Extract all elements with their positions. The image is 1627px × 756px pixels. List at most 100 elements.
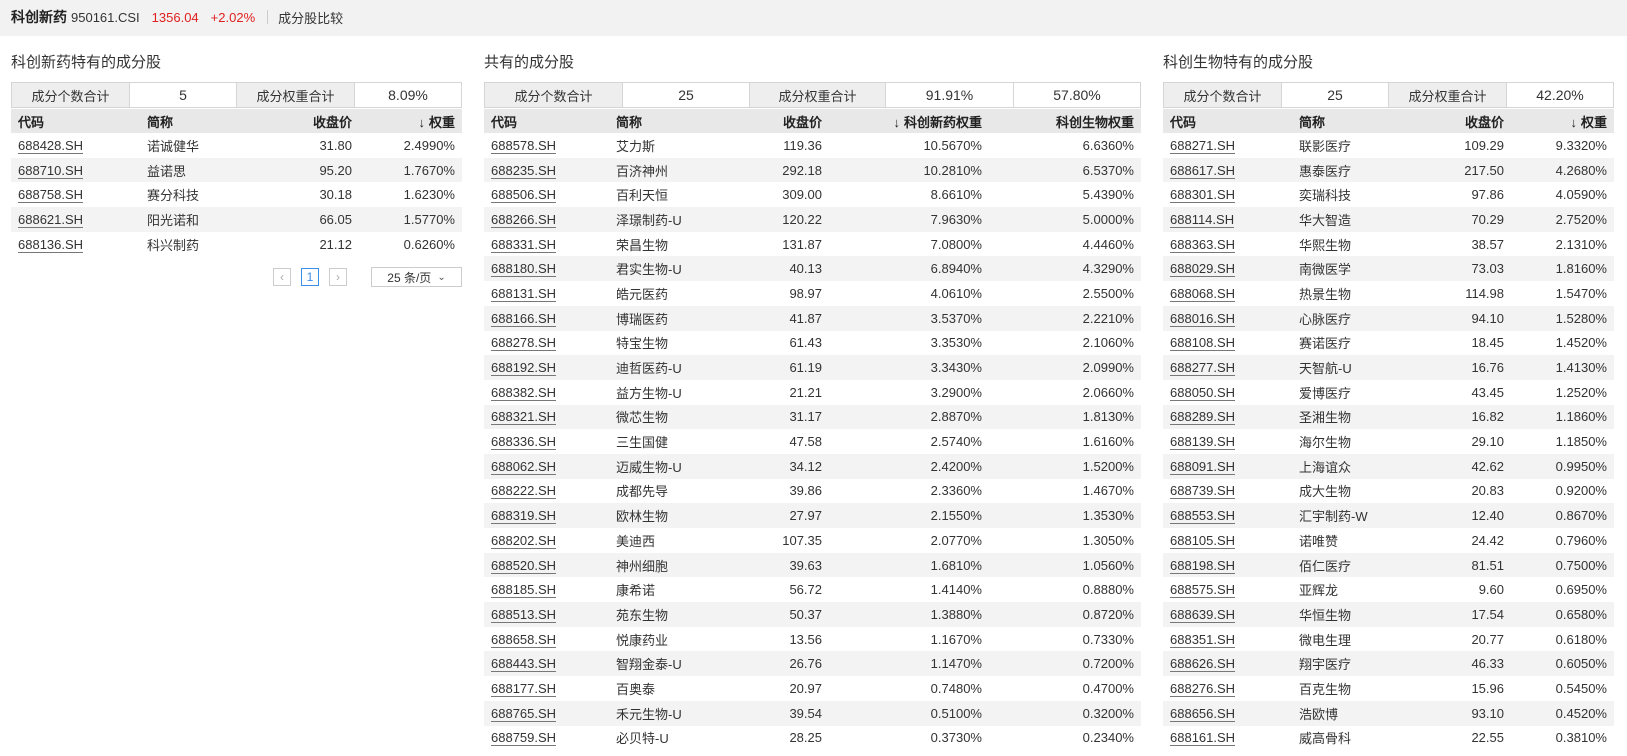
stock-code-link[interactable]: 688319.SH xyxy=(491,508,557,525)
stock-code-link[interactable]: 688428.SH xyxy=(18,137,84,154)
col-header-code[interactable]: 代码 xyxy=(484,109,609,133)
table-row[interactable]: 688136.SH 科兴制药 21.12 0.6260% xyxy=(11,231,462,257)
col-header-kcxy-weight[interactable]: ↓ 科创新药权重 xyxy=(829,109,989,133)
cell-code[interactable]: 688759.SH xyxy=(484,725,609,751)
table-row[interactable]: 688351.SH 微电生理 20.77 0.6180% xyxy=(1163,626,1614,652)
col-header-kcsw-weight[interactable]: 科创生物权重 xyxy=(989,109,1141,133)
stock-code-link[interactable]: 688639.SH xyxy=(1170,606,1236,623)
cell-code[interactable]: 688321.SH xyxy=(484,404,609,430)
cell-code[interactable]: 688363.SH xyxy=(1163,231,1292,257)
cell-code[interactable]: 688520.SH xyxy=(484,552,609,578)
cell-code[interactable]: 688185.SH xyxy=(484,577,609,603)
table-row[interactable]: 688185.SH 康希诺 56.72 1.4140% 0.8880% xyxy=(484,577,1141,603)
table-row[interactable]: 688513.SH 苑东生物 50.37 1.3880% 0.8720% xyxy=(484,602,1141,627)
stock-code-link[interactable]: 688621.SH xyxy=(18,211,84,228)
page-size-select[interactable]: 25 条/页 ⌄ xyxy=(371,267,462,287)
cell-code[interactable]: 688739.SH xyxy=(1163,478,1292,504)
cell-code[interactable]: 688553.SH xyxy=(1163,503,1292,528)
cell-code[interactable]: 688161.SH xyxy=(1163,725,1292,751)
table-row[interactable]: 688277.SH 天智航-U 16.76 1.4130% xyxy=(1163,355,1614,380)
cell-code[interactable]: 688114.SH xyxy=(1163,207,1292,232)
table-row[interactable]: 688222.SH 成都先导 39.86 2.3360% 1.4670% xyxy=(484,478,1141,504)
cell-code[interactable]: 688301.SH xyxy=(1163,182,1292,208)
table-row[interactable]: 688198.SH 佰仁医疗 81.51 0.7500% xyxy=(1163,552,1614,578)
stock-code-link[interactable]: 688202.SH xyxy=(491,532,557,549)
col-header-code[interactable]: 代码 xyxy=(11,109,140,133)
table-row[interactable]: 688626.SH 翔宇医疗 46.33 0.6050% xyxy=(1163,651,1614,677)
stock-code-link[interactable]: 688277.SH xyxy=(1170,360,1236,377)
stock-code-link[interactable]: 688105.SH xyxy=(1170,532,1236,549)
stock-code-link[interactable]: 688331.SH xyxy=(491,236,557,253)
stock-code-link[interactable]: 688131.SH xyxy=(491,285,557,302)
table-row[interactable]: 688758.SH 赛分科技 30.18 1.6230% xyxy=(11,182,462,208)
cell-code[interactable]: 688336.SH xyxy=(484,429,609,454)
stock-code-link[interactable]: 688301.SH xyxy=(1170,187,1236,204)
stock-code-link[interactable]: 688136.SH xyxy=(18,236,84,253)
table-row[interactable]: 688656.SH 浩欧博 93.10 0.4520% xyxy=(1163,700,1614,726)
stock-code-link[interactable]: 688222.SH xyxy=(491,483,557,500)
cell-code[interactable]: 688639.SH xyxy=(1163,602,1292,627)
stock-code-link[interactable]: 688617.SH xyxy=(1170,162,1236,179)
stock-code-link[interactable]: 688758.SH xyxy=(18,187,84,204)
stock-code-link[interactable]: 688114.SH xyxy=(1170,211,1235,228)
col-header-name[interactable]: 简称 xyxy=(609,109,729,133)
stock-code-link[interactable]: 688321.SH xyxy=(491,409,557,426)
table-row[interactable]: 688428.SH 诺诚健华 31.80 2.4990% xyxy=(11,133,462,158)
table-row[interactable]: 688710.SH 益诺思 95.20 1.7670% xyxy=(11,157,462,183)
table-row[interactable]: 688105.SH 诺唯赞 24.42 0.7960% xyxy=(1163,528,1614,553)
table-row[interactable]: 688331.SH 荣昌生物 131.87 7.0800% 4.4460% xyxy=(484,231,1141,257)
cell-code[interactable]: 688131.SH xyxy=(484,281,609,306)
stock-code-link[interactable]: 688513.SH xyxy=(491,606,557,623)
stock-code-link[interactable]: 688276.SH xyxy=(1170,680,1236,697)
cell-code[interactable]: 688277.SH xyxy=(1163,355,1292,380)
table-row[interactable]: 688271.SH 联影医疗 109.29 9.3320% xyxy=(1163,133,1614,158)
table-row[interactable]: 688139.SH 海尔生物 29.10 1.1850% xyxy=(1163,429,1614,454)
col-header-weight[interactable]: ↓ 权重 xyxy=(1511,109,1614,133)
stock-code-link[interactable]: 688029.SH xyxy=(1170,261,1236,278)
cell-code[interactable]: 688192.SH xyxy=(484,355,609,380)
cell-code[interactable]: 688758.SH xyxy=(11,182,140,208)
table-row[interactable]: 688091.SH 上海谊众 42.62 0.9950% xyxy=(1163,453,1614,479)
prev-page-button[interactable]: ‹ xyxy=(273,268,291,286)
stock-code-link[interactable]: 688382.SH xyxy=(491,384,557,401)
col-header-weight[interactable]: ↓ 权重 xyxy=(359,109,462,133)
cell-code[interactable]: 688108.SH xyxy=(1163,330,1292,356)
cell-code[interactable]: 688351.SH xyxy=(1163,626,1292,652)
table-row[interactable]: 688621.SH 阳光诺和 66.05 1.5770% xyxy=(11,207,462,232)
table-row[interactable]: 688658.SH 悦康药业 13.56 1.1670% 0.7330% xyxy=(484,626,1141,652)
cell-code[interactable]: 688222.SH xyxy=(484,478,609,504)
stock-code-link[interactable]: 688198.SH xyxy=(1170,557,1236,574)
stock-code-link[interactable]: 688351.SH xyxy=(1170,631,1236,648)
table-row[interactable]: 688016.SH 心脉医疗 94.10 1.5280% xyxy=(1163,305,1614,331)
page-number-button[interactable]: 1 xyxy=(301,268,319,286)
stock-code-link[interactable]: 688656.SH xyxy=(1170,705,1236,722)
stock-code-link[interactable]: 688180.SH xyxy=(491,261,557,278)
tab-constituent-compare[interactable]: 成分股比较 xyxy=(278,8,343,27)
cell-code[interactable]: 688271.SH xyxy=(1163,133,1292,158)
stock-code-link[interactable]: 688575.SH xyxy=(1170,582,1236,599)
cell-code[interactable]: 688621.SH xyxy=(11,207,140,232)
cell-code[interactable]: 688626.SH xyxy=(1163,651,1292,677)
table-row[interactable]: 688161.SH 威高骨科 22.55 0.3810% xyxy=(1163,725,1614,751)
table-row[interactable]: 688321.SH 微芯生物 31.17 2.8870% 1.8130% xyxy=(484,404,1141,430)
stock-code-link[interactable]: 688161.SH xyxy=(1170,730,1236,747)
stock-code-link[interactable]: 688068.SH xyxy=(1170,285,1236,302)
cell-code[interactable]: 688658.SH xyxy=(484,626,609,652)
table-row[interactable]: 688131.SH 皓元医药 98.97 4.0610% 2.5500% xyxy=(484,281,1141,306)
table-row[interactable]: 688068.SH 热景生物 114.98 1.5470% xyxy=(1163,281,1614,306)
cell-code[interactable]: 688139.SH xyxy=(1163,429,1292,454)
stock-code-link[interactable]: 688710.SH xyxy=(18,162,84,179)
table-row[interactable]: 688553.SH 汇宇制药-W 12.40 0.8670% xyxy=(1163,503,1614,528)
cell-code[interactable]: 688050.SH xyxy=(1163,379,1292,405)
cell-code[interactable]: 688656.SH xyxy=(1163,700,1292,726)
stock-code-link[interactable]: 688578.SH xyxy=(491,137,557,154)
table-row[interactable]: 688336.SH 三生国健 47.58 2.5740% 1.6160% xyxy=(484,429,1141,454)
cell-code[interactable]: 688180.SH xyxy=(484,256,609,282)
stock-code-link[interactable]: 688166.SH xyxy=(491,310,557,327)
stock-code-link[interactable]: 688091.SH xyxy=(1170,458,1236,475)
table-row[interactable]: 688177.SH 百奥泰 20.97 0.7480% 0.4700% xyxy=(484,676,1141,701)
stock-code-link[interactable]: 688266.SH xyxy=(491,211,557,228)
cell-code[interactable]: 688105.SH xyxy=(1163,528,1292,553)
col-header-close[interactable]: 收盘价 xyxy=(258,109,359,133)
cell-code[interactable]: 688289.SH xyxy=(1163,404,1292,430)
